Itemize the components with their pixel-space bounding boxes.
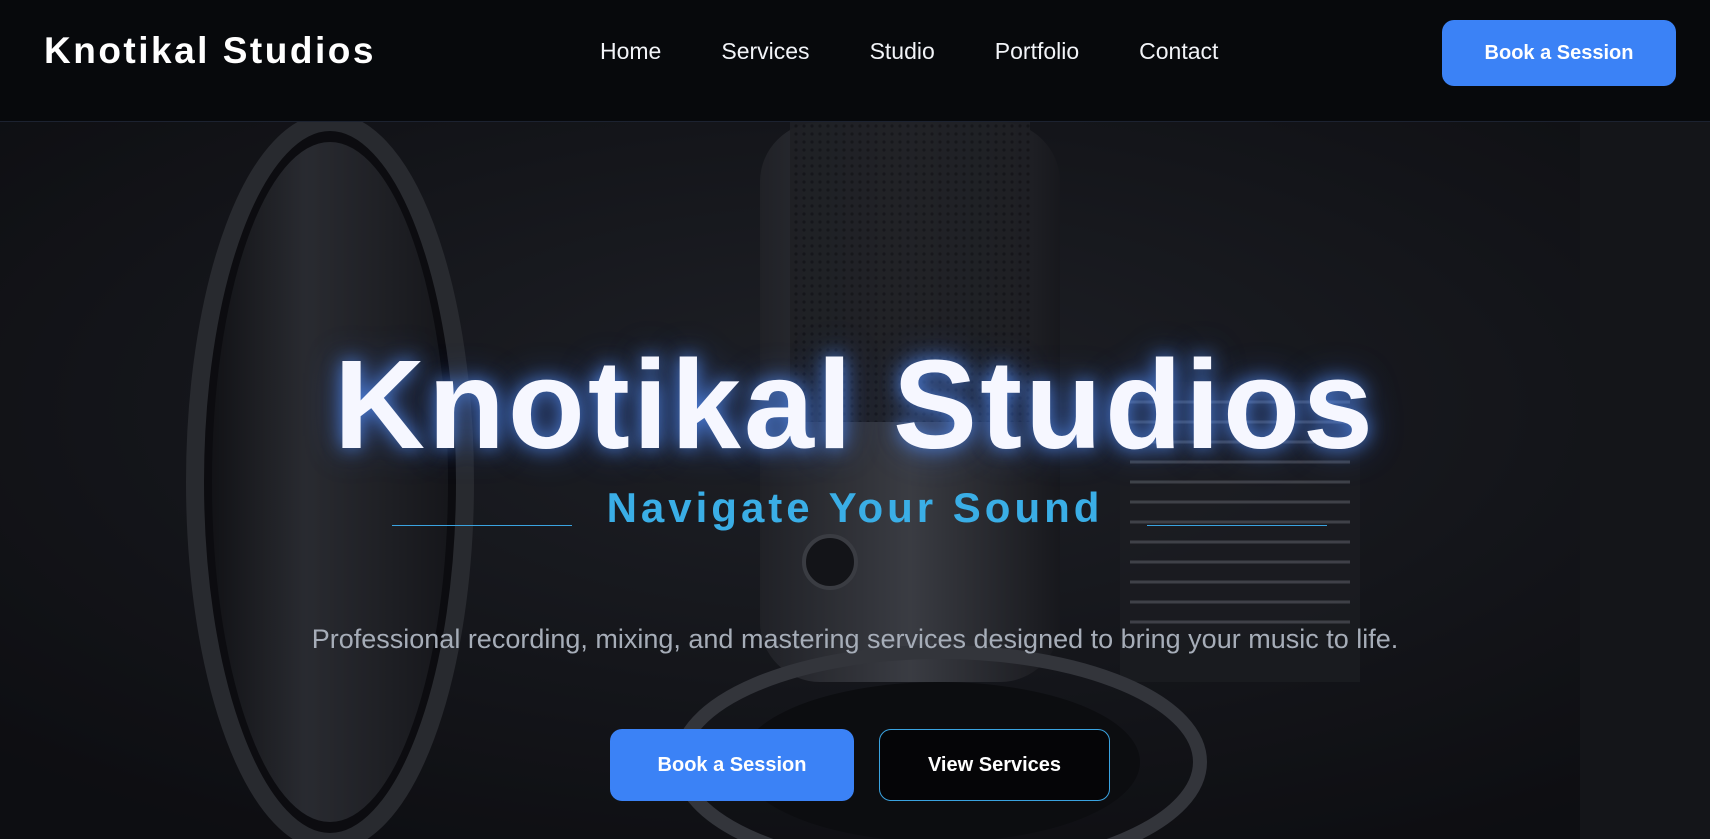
hero-tagline: Navigate Your Sound [606, 484, 1104, 531]
nav-link-services[interactable]: Services [721, 38, 809, 65]
hero-overlay [0, 122, 1710, 839]
nav-link-contact[interactable]: Contact [1139, 38, 1218, 65]
nav-links: Home Services Studio Portfolio Contact [600, 38, 1278, 65]
hero-description: Professional recording, mixing, and mast… [311, 624, 1399, 654]
hero-title: Knotikal Studios [333, 334, 1377, 475]
book-session-nav-button[interactable]: Book a Session [1442, 20, 1676, 86]
hero-section: Knotikal Studios Navigate Your Sound Pro… [0, 122, 1710, 839]
nav-link-home[interactable]: Home [600, 38, 661, 65]
nav-link-studio[interactable]: Studio [870, 38, 935, 65]
view-services-button[interactable]: View Services [879, 729, 1110, 801]
book-session-button[interactable]: Book a Session [610, 729, 854, 801]
nav-link-portfolio[interactable]: Portfolio [995, 38, 1079, 65]
top-navbar: Knotikal Studios Home Services Studio Po… [0, 0, 1710, 122]
brand-logo[interactable]: Knotikal Studios [44, 30, 376, 72]
